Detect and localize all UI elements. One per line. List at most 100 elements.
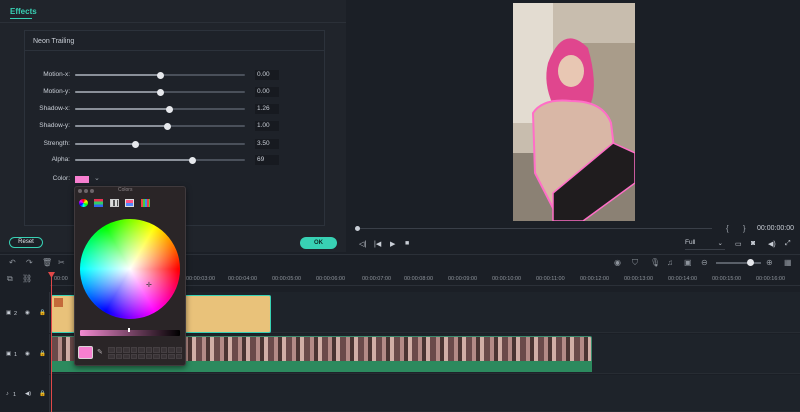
swatch-cell[interactable] bbox=[108, 353, 115, 359]
swatch-cell[interactable] bbox=[138, 347, 145, 353]
param-value-input[interactable]: 69 bbox=[255, 155, 279, 165]
swatch-cell[interactable] bbox=[145, 347, 152, 353]
add-track-icon[interactable]: ⧉ bbox=[7, 274, 13, 284]
ruler-tick-label: 00:00:09:00 bbox=[448, 276, 478, 282]
swatch-cell[interactable] bbox=[108, 347, 115, 353]
color-wheel[interactable] bbox=[80, 219, 180, 319]
swatch-cell[interactable] bbox=[115, 347, 122, 353]
color-label: Color: bbox=[52, 175, 70, 182]
swatch-cell[interactable] bbox=[123, 347, 130, 353]
brightness-thumb[interactable] bbox=[128, 328, 130, 332]
render-icon[interactable]: ◉ bbox=[614, 258, 621, 267]
layout-icon[interactable]: ▦ bbox=[784, 258, 792, 267]
chevron-down-icon: ⌄ bbox=[717, 240, 723, 247]
swatch-cell[interactable] bbox=[130, 353, 137, 359]
param-value-input[interactable]: 3.50 bbox=[255, 139, 279, 149]
param-value-input[interactable]: 1.26 bbox=[255, 104, 279, 114]
swatch-cell[interactable] bbox=[153, 347, 160, 353]
param-slider-thumb[interactable] bbox=[157, 88, 164, 96]
prev-frame-icon[interactable]: |◀ bbox=[374, 240, 381, 248]
cut-icon[interactable]: ✂ bbox=[58, 258, 65, 267]
brightness-slider[interactable] bbox=[80, 330, 180, 336]
volume-icon[interactable]: ◀) bbox=[768, 240, 776, 248]
preview-progress-bar[interactable] bbox=[356, 228, 712, 229]
ok-button[interactable]: OK bbox=[300, 237, 337, 249]
close-icon[interactable] bbox=[78, 189, 82, 193]
param-slider-thumb[interactable] bbox=[165, 105, 173, 113]
monitor-icon[interactable]: ▭ bbox=[735, 240, 742, 248]
eye-icon[interactable]: ◉ bbox=[25, 310, 30, 316]
swatch-cell[interactable] bbox=[160, 353, 167, 359]
ruler-tick-label: 00:00:16:00 bbox=[756, 276, 786, 282]
color-swatch[interactable] bbox=[75, 176, 89, 183]
param-value-input[interactable]: 0.00 bbox=[255, 87, 279, 97]
section-title: Neon Trailing bbox=[33, 38, 75, 45]
image-palette-icon[interactable] bbox=[125, 199, 134, 207]
sliders-icon[interactable] bbox=[94, 199, 103, 207]
param-slider-fill bbox=[75, 125, 167, 127]
undo-icon[interactable]: ↶ bbox=[9, 258, 16, 267]
ruler-tick-label: 00:00:14:00 bbox=[668, 276, 698, 282]
minimize-icon[interactable] bbox=[84, 189, 88, 193]
zoom-slider[interactable] bbox=[716, 262, 761, 264]
mark-in-out-icon[interactable]: { } bbox=[726, 224, 752, 233]
mic-icon[interactable]: 🎙 bbox=[650, 258, 660, 267]
delete-icon[interactable]: 🗑 bbox=[42, 258, 52, 267]
zoom-icon[interactable] bbox=[90, 189, 94, 193]
palettes-icon[interactable] bbox=[110, 199, 119, 207]
lock-icon[interactable]: 🔒 bbox=[39, 391, 46, 397]
mixer-icon[interactable]: ♫ bbox=[667, 258, 673, 267]
swatch-cell[interactable] bbox=[168, 353, 175, 359]
color-swatch-grid bbox=[108, 347, 182, 359]
reset-button[interactable]: Reset bbox=[9, 237, 43, 248]
swatch-cell[interactable] bbox=[130, 347, 137, 353]
eye-icon[interactable]: ◉ bbox=[25, 351, 30, 357]
step-back-icon[interactable]: ◁| bbox=[359, 240, 366, 248]
zoom-in-icon[interactable]: ⊕ bbox=[766, 258, 773, 267]
param-slider-thumb[interactable] bbox=[163, 122, 171, 130]
current-color-well[interactable] bbox=[78, 346, 93, 359]
fullscreen-icon[interactable]: ⤢ bbox=[785, 240, 791, 248]
redo-icon[interactable]: ↷ bbox=[26, 258, 33, 267]
param-slider-fill bbox=[75, 108, 169, 110]
lock-icon[interactable]: 🔒 bbox=[39, 310, 46, 316]
param-slider-thumb[interactable] bbox=[157, 71, 164, 79]
link-icon[interactable]: ⛓ bbox=[22, 274, 32, 283]
camera-icon[interactable]: ◙ bbox=[751, 240, 755, 247]
swatch-cell[interactable] bbox=[145, 353, 152, 359]
param-value-input[interactable]: 1.00 bbox=[255, 121, 279, 131]
progress-knob[interactable] bbox=[355, 226, 360, 231]
swatch-cell[interactable] bbox=[115, 353, 122, 359]
video-frame-image bbox=[513, 3, 635, 221]
playhead[interactable] bbox=[51, 272, 52, 412]
stop-icon[interactable]: ■ bbox=[405, 240, 409, 247]
param-slider-thumb[interactable] bbox=[189, 156, 197, 164]
param-value-input[interactable]: 0.00 bbox=[255, 70, 279, 80]
ruler-tick-label: 00:00:11:00 bbox=[536, 276, 565, 282]
track-audio-1[interactable] bbox=[50, 375, 800, 412]
tab-effects-underline bbox=[10, 18, 32, 19]
tab-effects[interactable]: Effects bbox=[10, 7, 37, 16]
chevron-down-icon[interactable]: ⌄ bbox=[94, 174, 100, 182]
crosshair-icon[interactable]: ✛ bbox=[146, 281, 152, 289]
marker-icon[interactable]: ⛉ bbox=[632, 258, 638, 268]
swatch-cell[interactable] bbox=[138, 353, 145, 359]
swatch-cell[interactable] bbox=[160, 347, 167, 353]
caption-icon[interactable]: ▣ bbox=[684, 258, 692, 267]
swatch-cell[interactable] bbox=[168, 347, 175, 353]
param-label: Alpha: bbox=[51, 156, 70, 163]
zoom-slider-thumb[interactable] bbox=[747, 259, 754, 266]
quality-select[interactable]: Full ⌄ bbox=[685, 239, 725, 250]
lock-icon[interactable]: 🔒 bbox=[39, 351, 46, 357]
color-wheel-icon[interactable] bbox=[79, 199, 88, 207]
swatch-cell[interactable] bbox=[153, 353, 160, 359]
swatch-cell[interactable] bbox=[175, 347, 182, 353]
param-slider-thumb[interactable] bbox=[131, 140, 139, 148]
pencils-icon[interactable] bbox=[141, 199, 150, 207]
swatch-cell[interactable] bbox=[175, 353, 182, 359]
zoom-out-icon[interactable]: ⊖ bbox=[701, 258, 708, 267]
swatch-cell[interactable] bbox=[123, 353, 130, 359]
volume-icon[interactable]: ◀) bbox=[25, 391, 31, 397]
play-icon[interactable]: ▶ bbox=[390, 240, 395, 248]
eyedropper-icon[interactable]: ✎ bbox=[97, 348, 103, 356]
